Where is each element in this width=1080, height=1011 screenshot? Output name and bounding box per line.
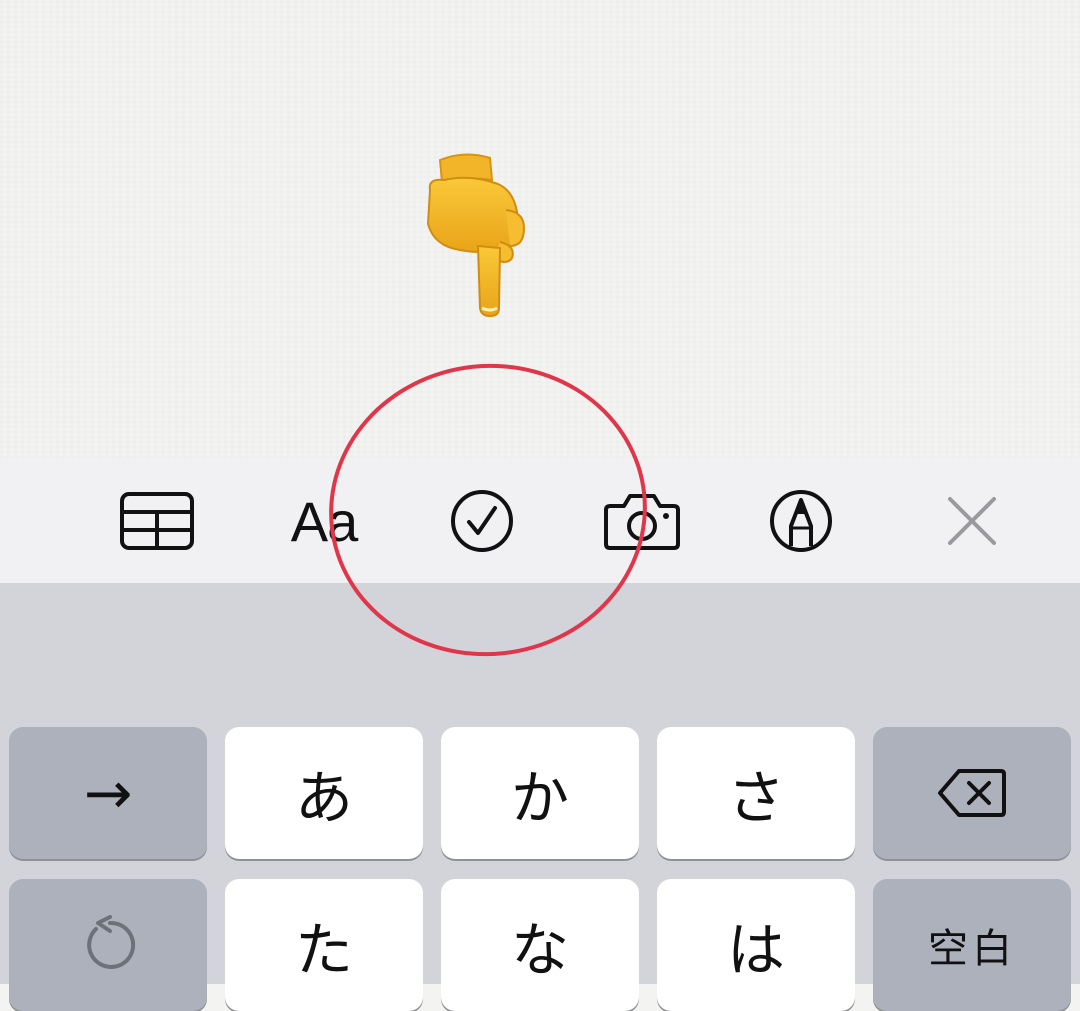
key-ka[interactable]: か [441,727,639,859]
key-a[interactable]: あ [225,727,423,859]
pointing-down-hand-emoji [426,153,526,318]
key-ta[interactable]: た [225,879,423,1011]
backspace-icon [938,769,1006,817]
key-na[interactable]: な [441,879,639,1011]
undo-key[interactable] [9,879,207,1011]
key-sa[interactable]: さ [657,727,855,859]
table-icon [120,492,194,550]
markup-button[interactable] [751,486,851,556]
space-key[interactable]: 空白 [873,879,1071,1011]
close-icon [948,497,996,545]
backspace-key[interactable] [873,727,1071,859]
next-arrow-key[interactable]: → [9,727,207,859]
close-toolbar-button[interactable] [922,486,1022,556]
table-button[interactable] [107,486,207,556]
markup-pen-icon [770,490,832,552]
undo-icon [87,915,136,969]
key-ha[interactable]: は [657,879,855,1011]
